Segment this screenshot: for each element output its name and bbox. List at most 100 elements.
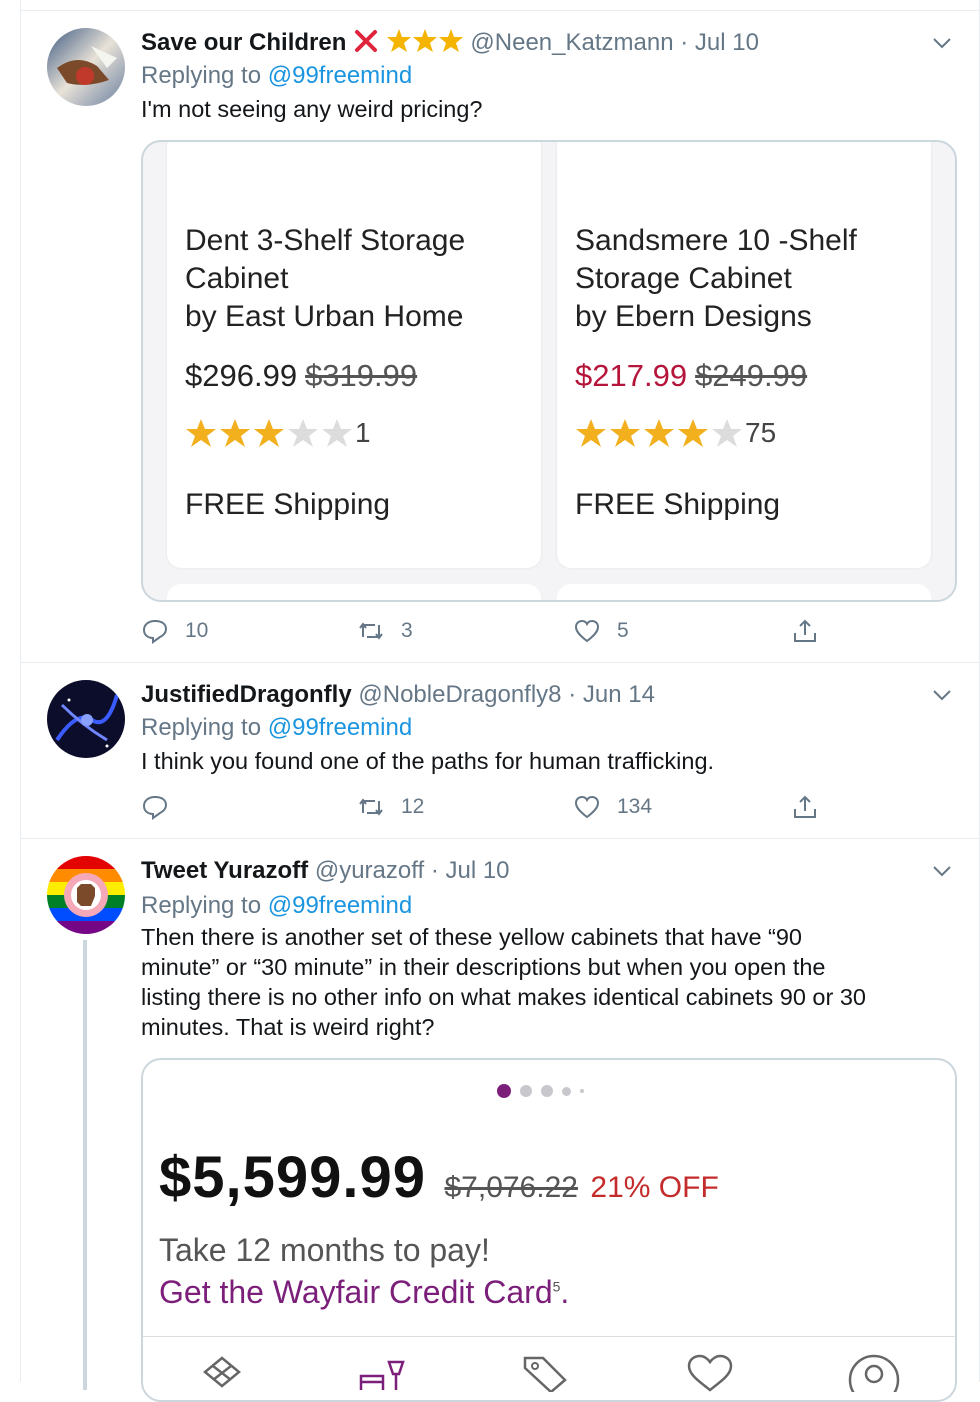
like-button[interactable]: 134: [573, 790, 652, 824]
replying-to: Replying to @99freemind: [141, 713, 412, 743]
replying-to-link[interactable]: @99freemind: [268, 62, 412, 89]
avatar[interactable]: [47, 856, 125, 934]
tweet-date[interactable]: Jul 10: [445, 857, 509, 884]
avatar[interactable]: [47, 28, 125, 106]
like-count: 134: [617, 795, 653, 818]
carousel-dot[interactable]: [562, 1086, 571, 1096]
divider: [21, 662, 979, 663]
star-filled-icon: [220, 419, 250, 447]
star-filled-icon: [186, 419, 216, 447]
divider: [21, 838, 979, 839]
tweet-text: Then there is another set of these yello…: [141, 922, 866, 1042]
share-button[interactable]: [791, 614, 835, 648]
tweet-actions: 10 3 5: [141, 614, 841, 648]
star-icon: [412, 29, 438, 56]
carousel-dots: [497, 1084, 593, 1098]
user-handle[interactable]: @Neen_Katzmann: [470, 29, 673, 56]
current-price: $5,599.99: [159, 1145, 427, 1210]
display-name[interactable]: Save our Children: [141, 29, 346, 56]
tweet-header: Save our Children @Neen_Katzmann · Jul 1…: [141, 28, 759, 58]
tweet-text: I think you found one of the paths for h…: [141, 748, 715, 774]
star-icon: [438, 29, 464, 56]
shipping-label: FREE Shipping: [575, 488, 781, 521]
divider: [21, 10, 979, 11]
reply-button[interactable]: 10: [141, 614, 208, 648]
old-price: $249.99: [695, 358, 808, 393]
furniture-icon: [359, 1360, 405, 1390]
replying-to-link[interactable]: @99freemind: [268, 892, 412, 919]
reply-icon: [142, 795, 168, 820]
price-block: $5,599.99 $7,076.22 21% OFF: [159, 1144, 719, 1211]
star-filled-icon: [610, 419, 640, 447]
tweet-text-line: minute” or “30 minute” in their descript…: [141, 954, 826, 980]
old-price: $319.99: [305, 358, 418, 393]
product-title-line: Sandsmere 10 -Shelf: [575, 224, 857, 257]
replying-to-link[interactable]: @99freemind: [268, 714, 412, 741]
credit-card-text: Get the Wayfair Credit Card: [159, 1274, 553, 1310]
carousel-dot[interactable]: [541, 1085, 553, 1097]
current-price: $217.99: [575, 358, 688, 393]
reply-button[interactable]: [141, 790, 185, 824]
sale-tag-icon: [203, 1356, 241, 1388]
reply-icon: [142, 619, 168, 644]
product-title-line: Cabinet: [185, 262, 289, 295]
cross-mark-icon: [353, 29, 386, 56]
image-card[interactable]: $5,599.99 $7,076.22 21% OFF Take 12 mont…: [141, 1058, 957, 1402]
old-price: $7,076.22: [444, 1171, 578, 1204]
user-handle[interactable]: @NobleDragonfly8: [358, 681, 561, 708]
retweet-count: 3: [401, 619, 413, 642]
heart-icon: [574, 619, 600, 643]
retweet-icon: [359, 798, 383, 816]
rating-stars: 75: [575, 417, 776, 448]
share-button[interactable]: [791, 790, 835, 824]
display-name[interactable]: JustifiedDragonfly: [141, 681, 352, 708]
star-filled-icon: [576, 419, 606, 447]
rating-stars-group: [185, 418, 355, 448]
tweet-date[interactable]: Jul 10: [695, 29, 759, 56]
chevron-down-icon[interactable]: [931, 32, 953, 54]
star-empty-icon: [288, 419, 318, 447]
financing-text: Take 12 months to pay!: [159, 1232, 490, 1268]
account-icon: [848, 1354, 900, 1392]
heart-icon: [574, 795, 600, 819]
product-price: $296.99 $319.99: [185, 358, 417, 394]
replying-prefix: Replying to: [141, 714, 262, 741]
star-empty-icon: [322, 419, 352, 447]
retweet-button[interactable]: 3: [357, 614, 413, 648]
star-empty-icon: [712, 419, 742, 447]
rating-stars-group: [575, 418, 745, 448]
star-filled-icon: [678, 419, 708, 447]
tweet-text-line: minutes. That is weird right?: [141, 1014, 435, 1040]
carousel-dot[interactable]: [580, 1089, 584, 1093]
product-tile-peek: [557, 584, 931, 600]
credit-card-period: .: [560, 1274, 570, 1310]
rating-stars: 1: [185, 417, 371, 448]
separator-dot: ·: [680, 29, 689, 56]
separator-dot: ·: [568, 681, 577, 708]
carousel-dot[interactable]: [520, 1085, 532, 1097]
chevron-down-icon[interactable]: [931, 684, 953, 706]
product-title: Dent 3-Shelf Storage Cabinet by East Urb…: [185, 222, 465, 336]
image-card[interactable]: Dent 3-Shelf Storage Cabinet by East Urb…: [141, 140, 957, 602]
tweet-feed: Save our Children @Neen_Katzmann · Jul 1…: [20, 0, 980, 1402]
retweet-button[interactable]: 12: [357, 790, 424, 824]
like-button[interactable]: 5: [573, 614, 629, 648]
reply-count: 10: [185, 619, 209, 642]
price-tag-icon: [523, 1356, 567, 1392]
product-brand-line: by East Urban Home: [185, 300, 464, 333]
replying-prefix: Replying to: [141, 892, 262, 919]
star-filled-icon: [644, 419, 674, 447]
separator-dot: ·: [430, 857, 439, 884]
shipping-label: FREE Shipping: [185, 488, 391, 521]
chevron-down-icon[interactable]: [931, 860, 953, 882]
tweet-date[interactable]: Jun 14: [583, 681, 655, 708]
product-title: Sandsmere 10 -Shelf Storage Cabinet by E…: [575, 222, 857, 336]
product-tile: Dent 3-Shelf Storage Cabinet by East Urb…: [167, 142, 541, 568]
star-filled-icon: [254, 419, 284, 447]
user-handle[interactable]: @yurazoff: [315, 857, 424, 884]
carousel-dot-active[interactable]: [497, 1084, 511, 1098]
rating-count: 1: [355, 417, 371, 448]
display-name[interactable]: Tweet Yurazoff: [141, 857, 308, 884]
product-price: $217.99 $249.99: [575, 358, 807, 394]
avatar[interactable]: [47, 680, 125, 758]
